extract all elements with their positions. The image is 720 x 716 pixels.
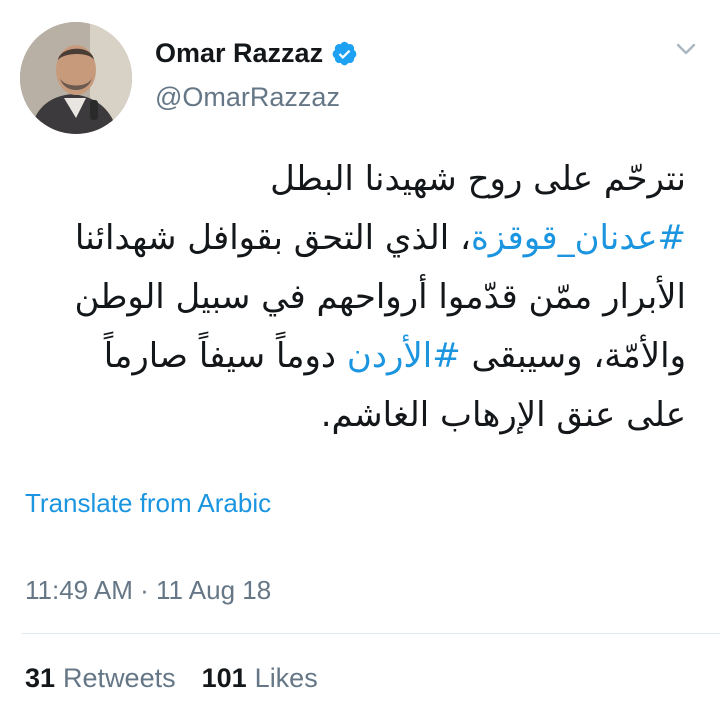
divider xyxy=(22,633,720,634)
tweet-text-line: الأبرار ممّن قدّموا أرواحهم في سبيل الوط… xyxy=(26,268,686,327)
likes-stat[interactable]: 101 Likes xyxy=(202,663,318,694)
tweet-text-segment: نترحّم على روح شهيدنا البطل xyxy=(270,159,686,199)
tweet-text-segment: الأبرار ممّن قدّموا أرواحهم في سبيل الوط… xyxy=(74,277,686,317)
translate-link[interactable]: Translate from Arabic xyxy=(25,488,271,519)
retweets-stat[interactable]: 31 Retweets xyxy=(25,663,176,694)
author-handle[interactable]: @OmarRazzaz xyxy=(155,82,340,113)
hashtag-link[interactable]: #عدنان_قوقزة xyxy=(471,218,686,258)
tweet-text-line: والأمّة، وسيبقى #الأردن دوماً سيفاً صارم… xyxy=(26,327,686,386)
avatar[interactable] xyxy=(20,22,132,134)
likes-label: Likes xyxy=(254,663,318,693)
chevron-down-icon[interactable] xyxy=(676,42,696,56)
retweets-label: Retweets xyxy=(63,663,176,693)
tweet-text-line: نترحّم على روح شهيدنا البطل xyxy=(26,150,686,209)
tweet-text: نترحّم على روح شهيدنا البطل #عدنان_قوقزة،… xyxy=(26,150,686,445)
tweet-text-line: على عنق الإرهاب الغاشم. xyxy=(26,386,686,445)
likes-count: 101 xyxy=(201,663,247,693)
tweet-text-segment: دوماً سيفاً صارماً xyxy=(103,336,347,376)
author-display-name[interactable]: Omar Razzaz xyxy=(155,38,323,69)
tweet-text-segment: على عنق الإرهاب الغاشم. xyxy=(320,395,686,435)
tweet-text-line: #عدنان_قوقزة، الذي التحق بقوافل شهدائنا xyxy=(26,209,686,268)
tweet-timestamp[interactable]: 11:49 AM · 11 Aug 18 xyxy=(25,575,271,606)
tweet-text-segment: والأمّة، وسيبقى xyxy=(460,336,686,376)
verified-badge-icon xyxy=(332,41,357,66)
retweets-count: 31 xyxy=(25,663,56,693)
tweet-stats: 31 Retweets 101 Likes xyxy=(25,663,318,694)
hashtag-link[interactable]: #الأردن xyxy=(347,336,461,376)
tweet-text-segment: ، الذي التحق بقوافل شهدائنا xyxy=(74,218,471,258)
avatar-photo xyxy=(20,22,132,134)
author-name-row[interactable]: Omar Razzaz xyxy=(155,38,358,69)
